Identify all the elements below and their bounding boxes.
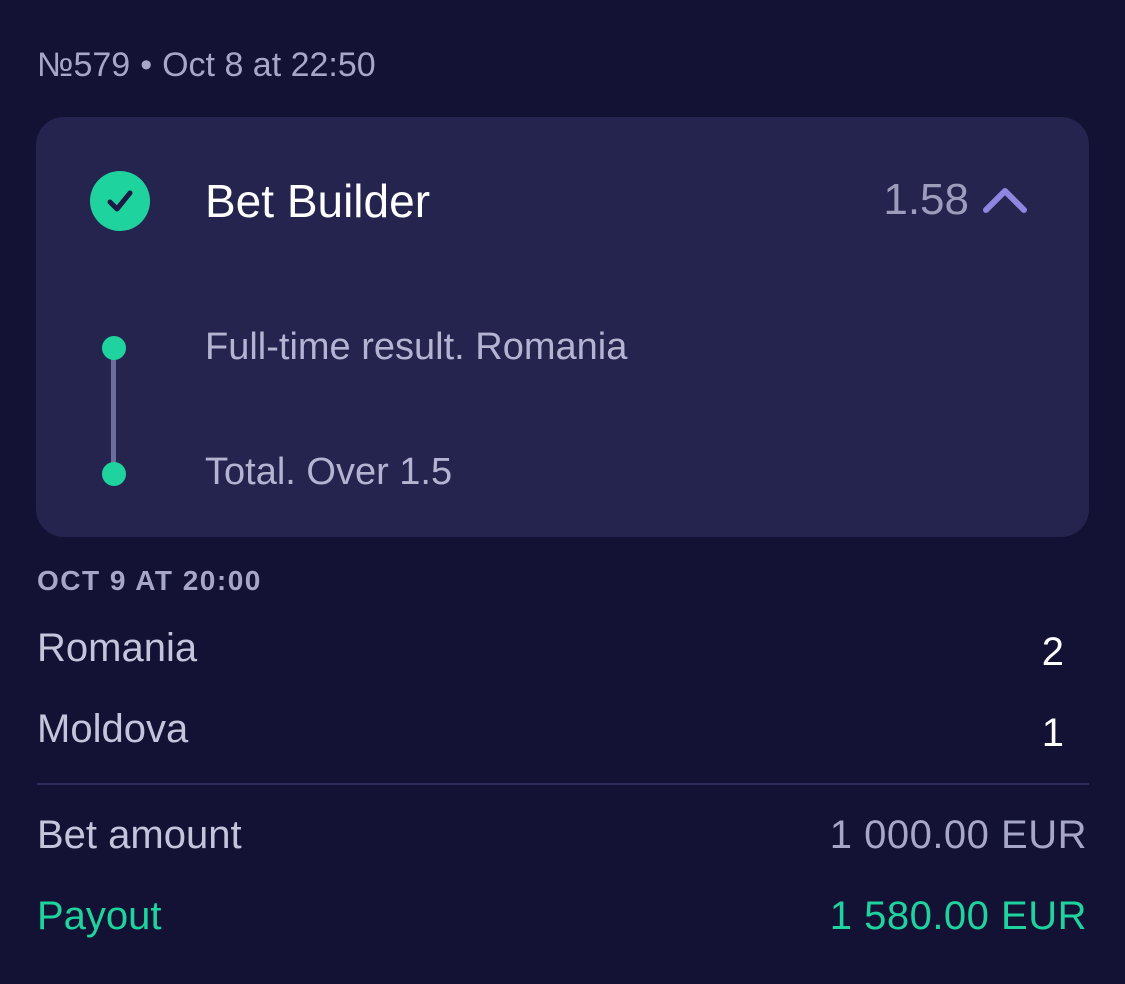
divider <box>37 783 1089 785</box>
bet-amount-row: Bet amount 1 000.00 EUR <box>37 813 1087 863</box>
selection-item: Full-time result. Romania <box>205 326 628 368</box>
team-row: Moldova 1 <box>37 707 1064 757</box>
payout-label: Payout <box>37 894 162 938</box>
bet-amount-label: Bet amount <box>37 813 242 857</box>
bet-type-title: Bet Builder <box>205 175 431 227</box>
bet-details-page: №579 • Oct 8 at 22:50 Bet Builder 1.58 Ful… <box>0 0 1125 984</box>
chevron-up-icon[interactable] <box>980 181 1030 221</box>
check-circle-icon <box>90 171 150 231</box>
bet-number: №579 <box>37 46 131 84</box>
selection-timeline-line <box>111 350 116 474</box>
team-name: Moldova <box>37 707 189 751</box>
team-row: Romania 2 <box>37 626 1064 676</box>
team-name: Romania <box>37 626 198 670</box>
team-score: 2 <box>1041 630 1064 674</box>
selection-item: Total. Over 1.5 <box>205 451 453 493</box>
event-date: OCT 9 AT 20:00 <box>37 565 262 596</box>
payout-value: 1 580.00 EUR <box>829 894 1087 938</box>
bet-builder-card: Bet Builder 1.58 Full-time result. Roman… <box>36 117 1089 537</box>
selection-dot-icon <box>102 462 126 486</box>
bet-placed-time: Oct 8 at 22:50 <box>162 46 376 84</box>
team-score: 1 <box>1041 711 1064 755</box>
separator-dot: • <box>140 46 153 84</box>
bet-odds: 1.58 <box>883 175 969 224</box>
selection-dot-icon <box>102 336 126 360</box>
bet-header: №579 • Oct 8 at 22:50 <box>37 46 376 85</box>
bet-amount-value: 1 000.00 EUR <box>829 813 1087 857</box>
payout-row: Payout 1 580.00 EUR <box>37 894 1087 944</box>
